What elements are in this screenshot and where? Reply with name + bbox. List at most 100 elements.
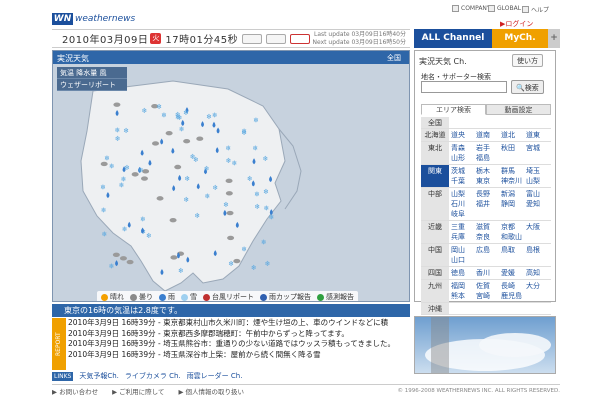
snow-marker-icon[interactable]: ❄ [101, 206, 107, 214]
prefecture-link[interactable]: 兵庫 [451, 232, 476, 242]
prefecture-link[interactable]: 福岡 [451, 281, 476, 291]
tab-all-channel[interactable]: ALL Channel [414, 29, 492, 48]
prefecture-link[interactable]: 岐阜 [451, 209, 476, 219]
help-link[interactable]: ヘルプ [522, 5, 549, 14]
prefecture-link[interactable]: 熊本 [451, 291, 476, 301]
prefecture-link[interactable]: 長野 [476, 189, 501, 199]
snow-marker-icon[interactable]: ❄ [141, 107, 147, 115]
region-label[interactable]: 九州 [421, 280, 449, 302]
link-radar[interactable]: 雨雲レーダー Ch. [187, 371, 243, 381]
cloud-marker-icon[interactable] [196, 136, 204, 141]
location-search-input[interactable] [421, 81, 507, 93]
prefecture-link[interactable]: 青森 [451, 143, 476, 153]
live-camera-thumbnail[interactable] [414, 316, 556, 374]
cloud-marker-icon[interactable] [165, 130, 173, 136]
cloud-marker-icon[interactable] [225, 191, 233, 196]
snow-marker-icon[interactable]: ❄ [101, 230, 107, 238]
cloud-marker-icon[interactable] [169, 217, 177, 223]
snow-marker-icon[interactable]: ❄ [183, 109, 189, 117]
snow-marker-icon[interactable]: ❄ [253, 116, 259, 124]
snow-marker-icon[interactable]: ❄ [231, 160, 237, 168]
prefecture-link[interactable]: 秋田 [501, 143, 526, 153]
cloud-marker-icon[interactable] [156, 196, 164, 201]
howto-button[interactable]: 使い方 [512, 54, 543, 67]
weathernews-logo[interactable]: WN weathernews [52, 13, 135, 25]
snow-marker-icon[interactable]: ❄ [146, 232, 152, 240]
prefecture-link[interactable]: 山口 [451, 255, 476, 265]
snow-marker-icon[interactable]: ❄ [228, 260, 234, 268]
prefecture-link[interactable]: 山梨 [451, 189, 476, 199]
prefecture-link[interactable]: 埼玉 [526, 166, 551, 176]
prefecture-link[interactable]: 福井 [476, 199, 501, 209]
prefecture-link[interactable]: 福島 [476, 153, 501, 163]
prefecture-link[interactable]: 道北 [501, 130, 526, 140]
snow-marker-icon[interactable]: ❄ [206, 113, 212, 121]
link-forecast[interactable]: 天気予報Ch. [79, 371, 119, 381]
snow-marker-icon[interactable]: ❄ [100, 183, 106, 191]
snow-marker-icon[interactable]: ❄ [178, 267, 184, 275]
prefecture-link[interactable]: 佐賀 [476, 281, 501, 291]
mini-button-3[interactable] [290, 33, 311, 44]
prefecture-link[interactable]: 奈良 [476, 232, 501, 242]
prefecture-link[interactable]: 栃木 [476, 166, 501, 176]
snow-marker-icon[interactable]: ❄ [212, 111, 218, 119]
report-item[interactable]: 2010年3月9日 16時39分 - 埼玉県深谷市上柴：屋前から続く間無く降る雪 [68, 350, 410, 361]
prefecture-link[interactable]: 鹿児島 [501, 291, 526, 301]
prefecture-link[interactable]: 富山 [526, 189, 551, 199]
prefecture-link[interactable]: 道東 [526, 130, 551, 140]
cloud-marker-icon[interactable] [225, 178, 233, 184]
prefecture-link[interactable]: 山形 [451, 153, 476, 163]
snow-marker-icon[interactable]: ❄ [109, 262, 115, 270]
prefecture-link[interactable]: 高知 [526, 268, 551, 278]
prefecture-link[interactable]: 宮城 [526, 143, 551, 153]
snow-marker-icon[interactable]: ❄ [204, 165, 210, 173]
snow-marker-icon[interactable]: ❄ [268, 213, 274, 221]
prefecture-link[interactable]: 三重 [451, 222, 476, 232]
snow-marker-icon[interactable]: ❄ [123, 127, 129, 135]
region-label[interactable]: 全国 [421, 117, 449, 128]
mini-button-2[interactable] [266, 33, 287, 44]
snow-marker-icon[interactable]: ❄ [190, 153, 196, 161]
prefecture-link[interactable]: 山梨 [526, 176, 551, 186]
snow-marker-icon[interactable]: ❄ [254, 203, 260, 211]
snow-marker-icon[interactable]: ❄ [251, 264, 257, 272]
add-channel-button[interactable]: + [548, 29, 560, 48]
prefecture-link[interactable]: 京都 [501, 222, 526, 232]
prefecture-link[interactable]: 鳥取 [501, 245, 526, 255]
snow-marker-icon[interactable]: ❄ [175, 111, 181, 119]
map-scope[interactable]: 全国 [387, 53, 401, 63]
snow-marker-icon[interactable]: ❄ [241, 246, 247, 254]
prefecture-link[interactable]: 和歌山 [501, 232, 526, 242]
region-label[interactable]: 近畿 [421, 221, 449, 243]
cloud-marker-icon[interactable] [226, 210, 234, 216]
prefecture-link[interactable]: 群馬 [501, 166, 526, 176]
snow-marker-icon[interactable]: ❄ [204, 193, 210, 201]
prefecture-link[interactable]: 道央 [451, 130, 476, 140]
snow-marker-icon[interactable]: ❄ [226, 157, 232, 165]
snow-marker-icon[interactable]: ❄ [122, 225, 128, 233]
prefecture-link[interactable]: 岩手 [476, 143, 501, 153]
snow-marker-icon[interactable]: ❄ [140, 216, 146, 224]
snow-marker-icon[interactable]: ❄ [223, 201, 229, 209]
cloud-marker-icon[interactable] [227, 235, 235, 241]
prefecture-link[interactable]: 岡山 [451, 245, 476, 255]
snow-marker-icon[interactable]: ❄ [264, 205, 270, 213]
prefecture-link[interactable]: 広島 [476, 245, 501, 255]
footer-link-contact[interactable]: ▶ お問い合わせ [52, 386, 98, 396]
snow-marker-icon[interactable]: ❄ [104, 155, 110, 163]
tab-my-channel[interactable]: MyCh. [492, 29, 548, 48]
prefecture-link[interactable]: 千葉 [451, 176, 476, 186]
snow-marker-icon[interactable]: ❄ [247, 175, 253, 183]
prefecture-link[interactable]: 長崎 [501, 281, 526, 291]
prefecture-link[interactable]: 東京 [476, 176, 501, 186]
snow-marker-icon[interactable]: ❄ [179, 125, 185, 133]
prefecture-link[interactable]: 香川 [476, 268, 501, 278]
footer-link-privacy[interactable]: ▶ 個人情報の取り扱い [178, 386, 244, 396]
login-link[interactable]: ▶ログイン [500, 19, 533, 29]
prefecture-link[interactable]: 大阪 [526, 222, 551, 232]
prefecture-link[interactable]: 大分 [526, 281, 551, 291]
report-item[interactable]: 2010年3月9日 16時39分 - 埼玉県熊谷市：重通りの少ない道路ではウッス… [68, 339, 410, 350]
cloud-marker-icon[interactable] [126, 259, 134, 265]
snow-marker-icon[interactable]: ❄ [262, 155, 268, 163]
cloud-marker-icon[interactable] [170, 255, 178, 260]
